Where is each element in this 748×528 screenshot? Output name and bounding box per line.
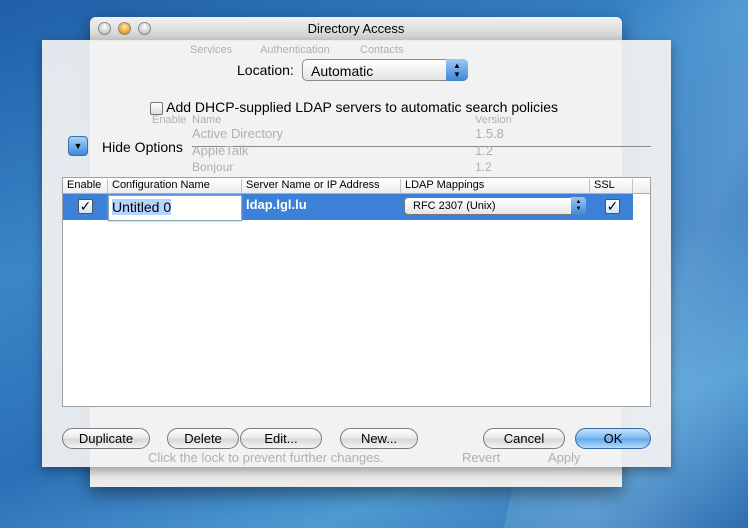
- dhcp-label: Add DHCP-supplied LDAP servers to automa…: [166, 99, 559, 115]
- edit-button[interactable]: Edit...: [240, 428, 322, 449]
- table-row[interactable]: ✓ Untitled 0 ldap.lgl.lu RFC 2307 (Unix)…: [63, 194, 633, 221]
- col-ssl[interactable]: SSL: [590, 179, 633, 194]
- col-ldap-mappings[interactable]: LDAP Mappings: [401, 179, 590, 194]
- mapping-value: RFC 2307 (Unix): [413, 200, 496, 212]
- enable-checkbox[interactable]: ✓: [78, 199, 93, 214]
- new-button[interactable]: New...: [340, 428, 418, 449]
- col-enable[interactable]: Enable: [63, 179, 108, 194]
- location-popup[interactable]: Automatic ▲ ▼: [302, 59, 468, 81]
- dhcp-checkbox[interactable]: [150, 101, 163, 115]
- popup-arrows-icon: ▲ ▼: [571, 197, 586, 215]
- col-config-name[interactable]: Configuration Name: [108, 179, 242, 194]
- dhcp-option[interactable]: Add DHCP-supplied LDAP servers to automa…: [150, 99, 558, 115]
- table-header: Enable Configuration Name Server Name or…: [63, 178, 650, 194]
- duplicate-button[interactable]: Duplicate: [62, 428, 150, 449]
- title-bar: Directory Access: [90, 17, 622, 41]
- window-title: Directory Access: [307, 21, 405, 36]
- delete-button[interactable]: Delete: [167, 428, 239, 449]
- location-label: Location:: [237, 62, 294, 78]
- ssl-checkbox[interactable]: ✓: [605, 199, 620, 214]
- ldap-options-sheet: Location: Automatic ▲ ▼ Add DHCP-supplied…: [42, 40, 671, 467]
- hide-options-label[interactable]: Hide Options: [102, 139, 183, 155]
- col-server[interactable]: Server Name or IP Address: [242, 179, 401, 194]
- server-name[interactable]: ldap.lgl.lu: [246, 197, 307, 212]
- disclosure-triangle-icon[interactable]: ▼: [68, 136, 88, 156]
- separator: [192, 146, 651, 147]
- popup-arrows-icon: ▲ ▼: [446, 59, 468, 81]
- ldap-mapping-popup[interactable]: RFC 2307 (Unix) ▲ ▼: [404, 197, 586, 215]
- cancel-button[interactable]: Cancel: [483, 428, 565, 449]
- ldap-config-table[interactable]: Enable Configuration Name Server Name or…: [62, 177, 651, 407]
- config-name-value: Untitled 0: [112, 199, 172, 215]
- ok-button[interactable]: OK: [575, 428, 651, 449]
- location-value: Automatic: [311, 63, 374, 79]
- config-name-input[interactable]: Untitled 0: [108, 195, 242, 221]
